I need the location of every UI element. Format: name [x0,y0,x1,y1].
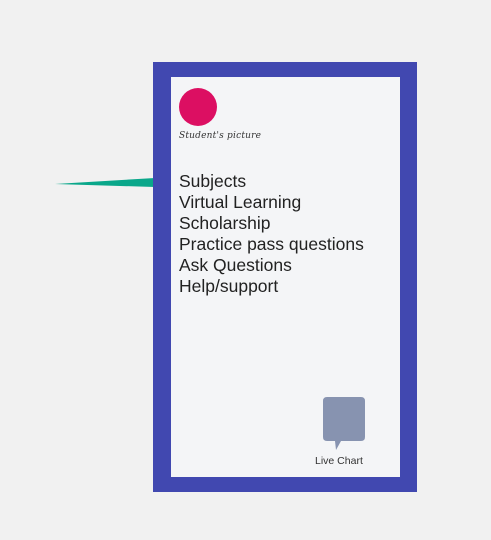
avatar-caption: Student's picture [179,131,262,141]
live-chat-button[interactable]: Live Chart [315,397,371,467]
menu-item-help-support[interactable]: Help/support [179,276,364,297]
app-screen: Student's picture Subjects Virtual Learn… [171,77,400,477]
menu-item-ask-questions[interactable]: Ask Questions [179,255,364,276]
menu-item-scholarship[interactable]: Scholarship [179,213,364,234]
menu-item-virtual-learning[interactable]: Virtual Learning [179,192,364,213]
speech-bubble-icon [323,397,365,450]
phone-frame: Student's picture Subjects Virtual Learn… [153,62,417,492]
menu-item-subjects[interactable]: Subjects [179,171,364,192]
main-menu: Subjects Virtual Learning Scholarship Pr… [179,171,364,297]
live-chat-label: Live Chart [315,455,363,467]
menu-item-practice-pass-questions[interactable]: Practice pass questions [179,234,364,255]
student-avatar[interactable] [179,88,217,126]
